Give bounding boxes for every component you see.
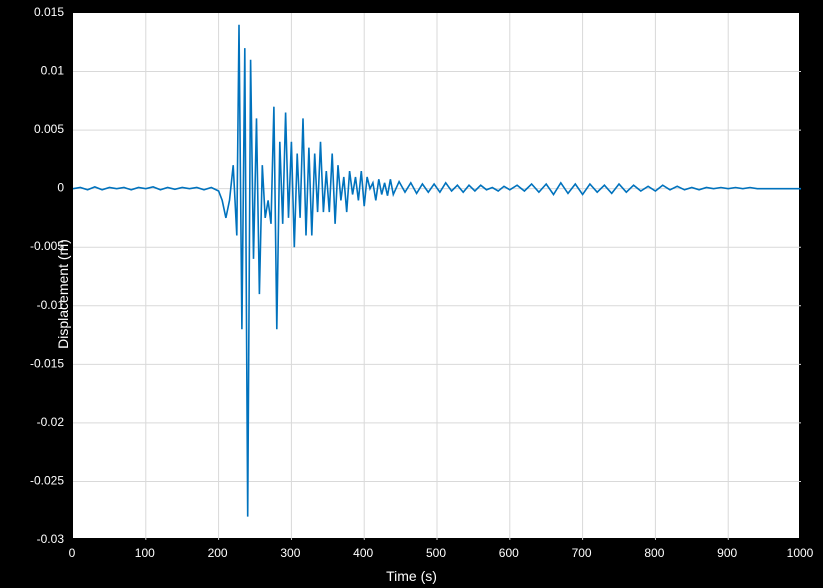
svg-text:800: 800 — [644, 546, 664, 560]
svg-text:0: 0 — [69, 546, 76, 560]
svg-text:0.015: 0.015 — [34, 5, 64, 19]
x-axis-label: Time (s) — [0, 568, 823, 584]
svg-text:700: 700 — [572, 546, 592, 560]
y-axis-label: Displacement (m) — [55, 239, 71, 349]
svg-text:0: 0 — [57, 181, 64, 195]
svg-text:-0.015: -0.015 — [30, 356, 64, 370]
svg-text:1000: 1000 — [787, 546, 814, 560]
svg-text:0.01: 0.01 — [41, 64, 65, 78]
chart-frame: 0 100 200 300 400 500 600 700 800 900 1000 -0.03 -0.… — [0, 0, 823, 588]
svg-text:400: 400 — [353, 546, 373, 560]
svg-text:0.005: 0.005 — [34, 122, 64, 136]
svg-text:-0.025: -0.025 — [30, 473, 64, 487]
svg-text:900: 900 — [717, 546, 737, 560]
svg-text:-0.02: -0.02 — [37, 415, 65, 429]
svg-text:100: 100 — [135, 546, 155, 560]
svg-text:600: 600 — [499, 546, 519, 560]
svg-text:500: 500 — [426, 546, 446, 560]
svg-text:-0.03: -0.03 — [37, 532, 65, 546]
svg-text:200: 200 — [208, 546, 228, 560]
axis-ticks: 0 100 200 300 400 500 600 700 800 900 1000 -0.03 -0.… — [0, 0, 823, 588]
svg-text:300: 300 — [280, 546, 300, 560]
